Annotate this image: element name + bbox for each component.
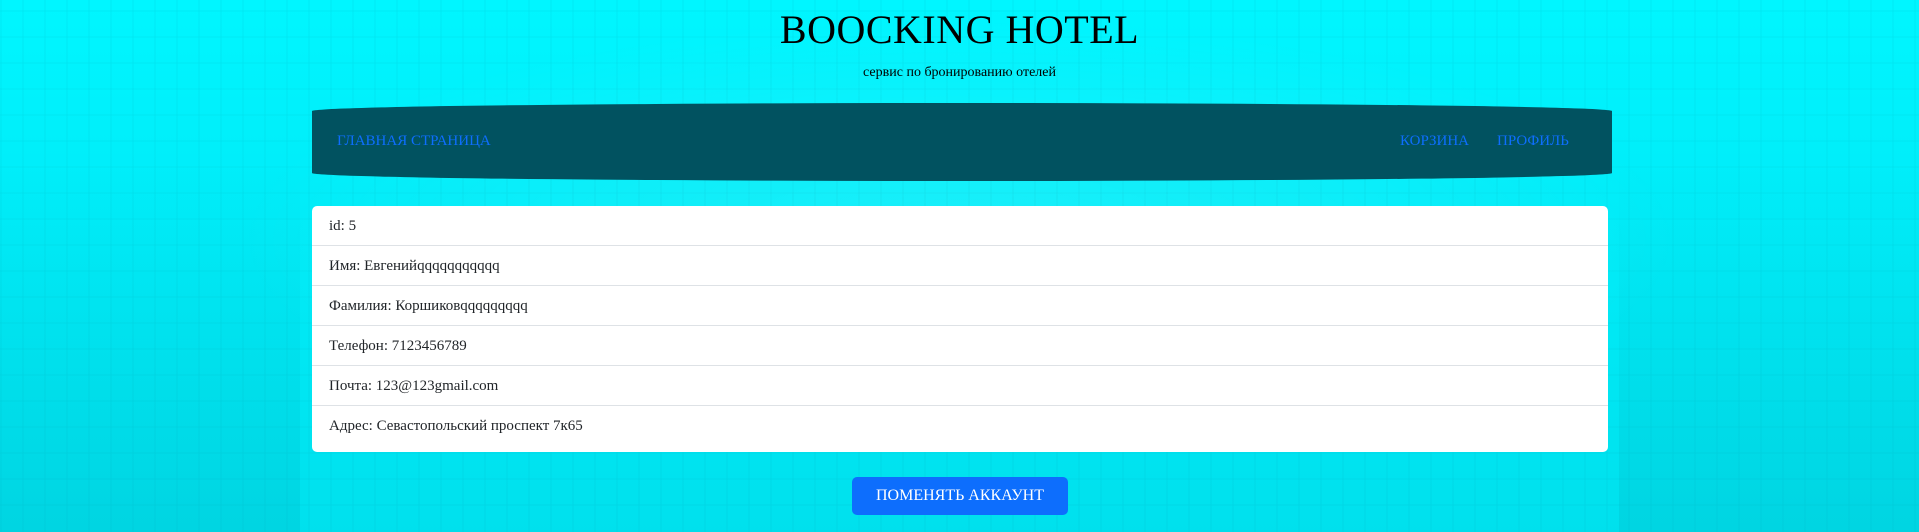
nav-link-profile[interactable]: ПРОФИЛЬ — [1497, 133, 1569, 150]
change-account-button[interactable]: ПОМЕНЯТЬ АККАУНТ — [852, 477, 1068, 515]
profile-info-list: id: 5 Имя: Евгенийqqqqqqqqqqq Фамилия: К… — [312, 206, 1608, 452]
background-decoration-right — [1619, 160, 1919, 532]
navbar: ГЛАВНАЯ СТРАНИЦА КОРЗИНА ПРОФИЛЬ — [312, 103, 1612, 181]
nav-link-home[interactable]: ГЛАВНАЯ СТРАНИЦА — [337, 133, 491, 150]
profile-phone-row: Телефон: 7123456789 — [312, 326, 1608, 366]
profile-last-name-row: Фамилия: Коршиковqqqqqqqqq — [312, 286, 1608, 326]
site-subtitle: сервис по бронированию отелей — [863, 65, 1056, 80]
nav-link-cart[interactable]: КОРЗИНА — [1400, 133, 1469, 150]
profile-first-name-row: Имя: Евгенийqqqqqqqqqqq — [312, 246, 1608, 286]
site-title: BOOCKING HOTEL — [779, 7, 1140, 52]
profile-address-row: Адрес: Севастопольский проспект 7к65 — [329, 418, 583, 434]
background-decoration-left — [0, 160, 300, 532]
profile-id-row: id: 5 — [312, 206, 1608, 246]
profile-email-row: Почта: 123@123gmail.com — [312, 366, 1608, 406]
